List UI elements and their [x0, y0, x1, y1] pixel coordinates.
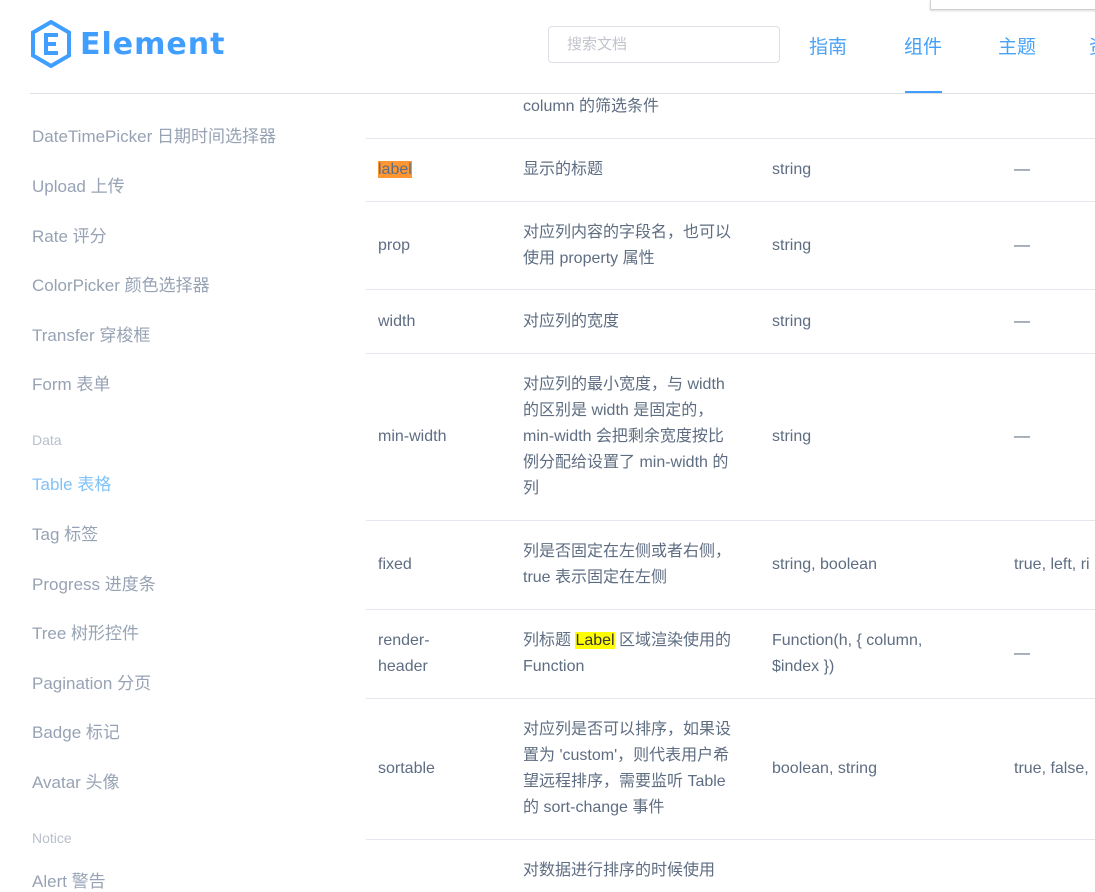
sidebar-group-data: Data [32, 432, 62, 448]
sidebar-item-colorpicker[interactable]: ColorPicker 颜色选择器 [32, 271, 210, 296]
table-cell-type: Function(h, { column, $index }) [772, 632, 923, 675]
table-cell-accepted: — [1014, 237, 1030, 254]
table-cell-desc: 对应列的宽度 [523, 313, 620, 330]
element-logo-icon [31, 20, 71, 68]
search-highlight: label [378, 161, 412, 178]
element-logo[interactable]: Element [30, 20, 225, 68]
search-highlight: Label [575, 632, 615, 649]
table-cell-accepted: — [1014, 161, 1030, 178]
table-row: fixed 列是否固定在左侧或者右侧，true 表示固定在左侧 string, … [366, 521, 1095, 610]
table-cell-desc: 显示的标题 [523, 161, 604, 178]
table-cell-type: string [772, 313, 812, 330]
sidebar-item-avatar[interactable]: Avatar 头像 [32, 768, 120, 793]
sidebar-item-form[interactable]: Form 表单 [32, 370, 110, 395]
table-cell-accepted: true, left, ri [1014, 556, 1090, 573]
table-cell-name: width [378, 313, 416, 330]
sidebar-item-datetimepicker[interactable]: DateTimePicker 日期时间选择器 [32, 122, 276, 147]
sidebar-item-transfer[interactable]: Transfer 穿梭框 [32, 321, 150, 346]
table-row: render-header 列标题 Label 区域渲染使用的 Function… [366, 610, 1095, 699]
table-row: column 的筛选条件 [366, 94, 1095, 139]
sidebar-item-pagination[interactable]: Pagination 分页 [32, 669, 151, 694]
table-cell-type: boolean, string [772, 760, 877, 777]
table-cell-name: render-header [378, 632, 430, 675]
table-row: prop 对应列内容的字段名，也可以使用 property 属性 string … [366, 202, 1095, 290]
table-cell-desc: 列标题 Label 区域渲染使用的 Function [523, 628, 738, 680]
sidebar-item-tag[interactable]: Tag 标签 [32, 520, 98, 545]
sidebar-item-rate[interactable]: Rate 评分 [32, 222, 107, 247]
table-cell-accepted: true, false, [1014, 760, 1089, 777]
table-cell-accepted: — [1014, 313, 1030, 330]
sidebar-item-badge[interactable]: Badge 标记 [32, 718, 120, 743]
table-cell-desc: 列是否固定在左侧或者右侧，true 表示固定在左侧 [523, 543, 732, 586]
table-row: min-width 对应列的最小宽度，与 width 的区别是 width 是固… [366, 354, 1095, 521]
nav-guide[interactable]: 指南 [809, 32, 847, 59]
table-cell-name: min-width [378, 428, 447, 445]
nav-theme[interactable]: 主题 [998, 32, 1036, 59]
table-row: sortable 对应列是否可以排序，如果设置为 'custom'，则代表用户希… [366, 699, 1095, 840]
table-row: 对数据进行排序的时候使用 [366, 840, 1095, 884]
table-cell-desc: 对应列是否可以排序，如果设置为 'custom'，则代表用户希望远程排序，需要监… [523, 721, 732, 816]
table-cell-desc: 对应列内容的字段名，也可以使用 property 属性 [523, 224, 732, 267]
table-cell-name: sortable [378, 760, 435, 777]
table-cell-name: prop [378, 237, 411, 254]
table-cell-accepted: — [1014, 428, 1030, 445]
brand-name: Element [80, 26, 226, 62]
sidebar-item-table[interactable]: Table 表格 [32, 470, 111, 495]
table-cell-name: label [378, 157, 498, 183]
top-header: Element 指南 组件 主题 资 [0, 0, 1095, 93]
nav-component[interactable]: 组件 [904, 32, 942, 59]
sidebar-item-upload[interactable]: Upload 上传 [32, 172, 125, 197]
sidebar-item-alert[interactable]: Alert 警告 [32, 867, 106, 892]
popup-edge [930, 0, 1095, 10]
table-cell-type: string [772, 428, 812, 445]
table-cell-type: string [772, 161, 812, 178]
table-row: label 显示的标题 string — [366, 139, 1095, 202]
table-cell-type: string [772, 237, 812, 254]
nav-resource[interactable]: 资 [1089, 32, 1095, 59]
sidebar-item-tree[interactable]: Tree 树形控件 [32, 619, 139, 644]
desc-text: 列标题 [523, 632, 576, 649]
table-cell-desc: 对数据进行排序的时候使用 [523, 862, 716, 879]
table-cell-desc: 对应列的最小宽度，与 width 的区别是 width 是固定的，min-wid… [523, 376, 729, 497]
sidebar-group-notice: Notice [32, 830, 72, 846]
table-cell-accepted: — [1014, 645, 1030, 662]
table-cell-type: string, boolean [772, 556, 877, 573]
table-row: width 对应列的宽度 string — [366, 290, 1095, 354]
table-cell-name: fixed [378, 556, 412, 573]
sidebar-item-progress[interactable]: Progress 进度条 [32, 570, 156, 595]
table-cell-desc: column 的筛选条件 [523, 98, 660, 115]
search-input[interactable] [548, 26, 780, 63]
